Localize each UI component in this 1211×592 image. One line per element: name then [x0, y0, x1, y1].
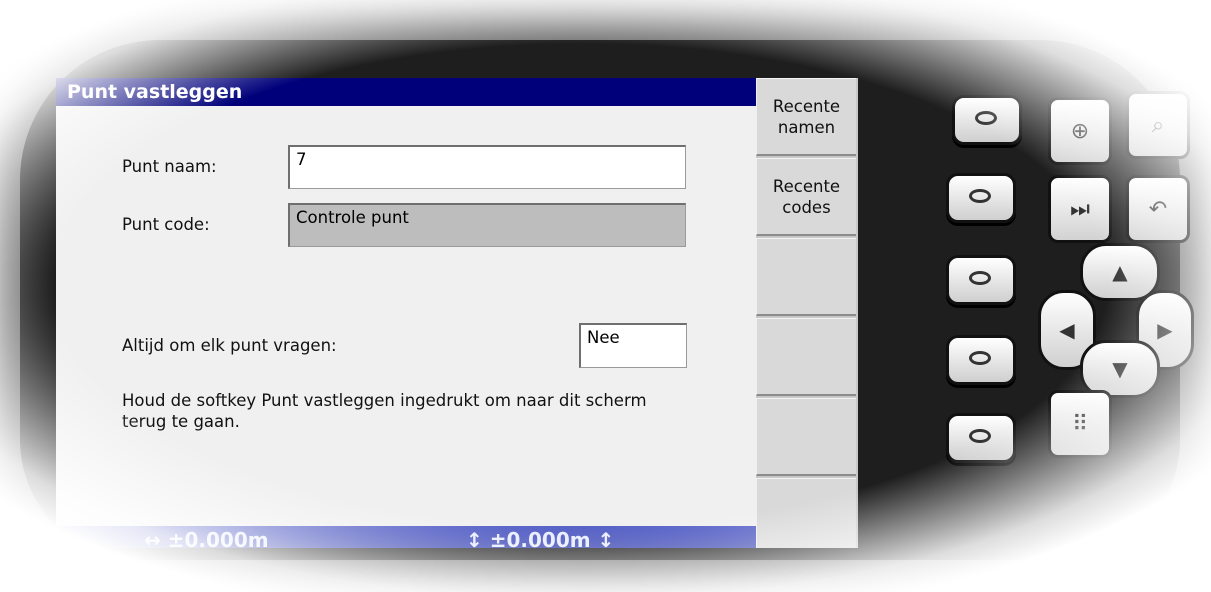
help-text: Houd de softkey Punt vastleggen ingedruk…	[122, 391, 647, 431]
recent-names-label: Recente namen	[772, 96, 841, 137]
skip-next-icon: ⏭	[1070, 196, 1090, 222]
screen: Punt vastleggen Punt naam: 7 Punt code: …	[56, 78, 858, 548]
softkey-5[interactable]	[756, 398, 856, 476]
always-ask-label: Altijd om elk punt vragen:	[122, 336, 337, 355]
recent-codes-label: Recente codes	[772, 176, 841, 217]
triangle-up-icon: ▲	[1112, 260, 1128, 284]
softkey-4[interactable]	[756, 318, 856, 396]
recent-codes-softkey[interactable]: Recente codes	[756, 158, 856, 236]
hard-key-4[interactable]	[946, 335, 1016, 385]
point-name-input[interactable]: 7	[288, 145, 686, 189]
hard-key-3[interactable]	[946, 255, 1016, 305]
hard-key-2[interactable]	[946, 173, 1016, 223]
point-code-field[interactable]: Controle punt	[288, 203, 686, 247]
softkey-panel: Recente namen Recente codes	[756, 78, 858, 548]
point-code-label: Punt code:	[122, 215, 210, 234]
arrow-up-button[interactable]: ▲	[1080, 243, 1160, 301]
softkey-6[interactable]	[756, 478, 856, 548]
triangle-down-icon: ▼	[1112, 357, 1128, 381]
always-ask-select[interactable]: Nee	[579, 323, 687, 368]
window-title: Punt vastleggen	[56, 78, 756, 106]
point-name-label: Punt naam:	[122, 157, 217, 176]
zoom-out-icon: ⌕	[1151, 112, 1165, 138]
vertical-precision: ↕ ±0.000m ↕	[466, 528, 615, 548]
circle-icon	[969, 351, 991, 365]
undo-button[interactable]: ↶	[1126, 175, 1190, 243]
zoom-in-button[interactable]: ⊕	[1048, 97, 1112, 165]
status-bar: ↔ ±0.000m ↕ ±0.000m ↕	[56, 526, 756, 548]
softkey-3[interactable]	[756, 238, 856, 316]
zoom-out-button[interactable]: ⌕	[1126, 91, 1190, 159]
next-button[interactable]: ⏭	[1048, 175, 1112, 243]
triangle-left-icon: ◀	[1059, 318, 1075, 342]
recent-names-softkey[interactable]: Recente namen	[756, 78, 856, 156]
hard-key-1[interactable]	[952, 95, 1022, 145]
circle-icon	[969, 429, 991, 443]
zoom-in-icon: ⊕	[1070, 118, 1090, 144]
circle-icon	[969, 271, 991, 285]
keypad-icon: ⠿	[1071, 411, 1089, 437]
circle-icon	[975, 111, 997, 125]
horizontal-precision: ↔ ±0.000m	[144, 528, 269, 548]
hard-key-5[interactable]	[946, 413, 1016, 463]
undo-icon: ↶	[1148, 196, 1168, 222]
triangle-right-icon: ▶	[1157, 318, 1173, 342]
keypad-button[interactable]: ⠿	[1048, 390, 1112, 458]
circle-icon	[969, 189, 991, 203]
